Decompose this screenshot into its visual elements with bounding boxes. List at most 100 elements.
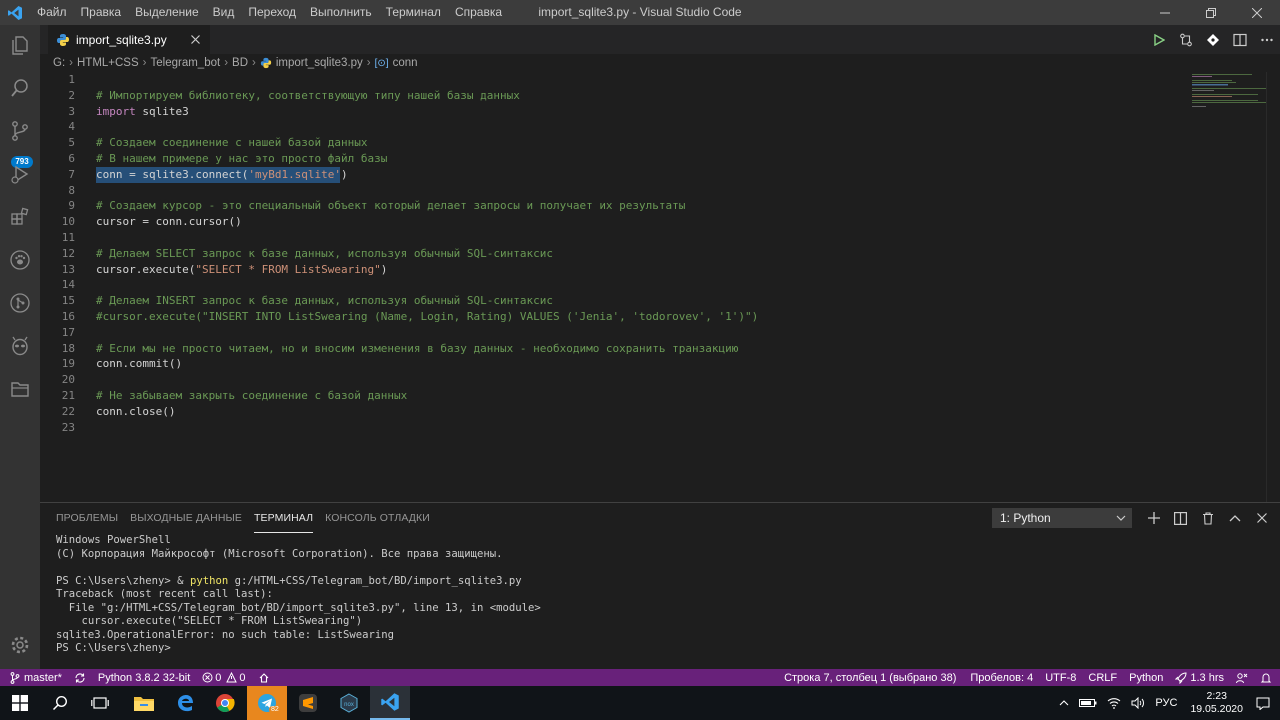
windows-start-icon[interactable] (0, 686, 40, 720)
menu-item[interactable]: Выделение (128, 0, 206, 25)
run-debug-icon[interactable] (0, 154, 40, 194)
breadcrumb-item[interactable]: import_sqlite3.py (276, 57, 363, 69)
run-file-icon[interactable] (1145, 25, 1172, 54)
maximize-panel-icon[interactable] (1221, 503, 1248, 533)
tab-import-sqlite3[interactable]: import_sqlite3.py (48, 25, 210, 54)
menu-item[interactable]: Вид (206, 0, 242, 25)
edge-app-icon[interactable] (165, 686, 205, 720)
nox-app-icon[interactable]: nox (329, 686, 369, 720)
code-line[interactable]: 7 conn = sqlite3.connect('myBd1.sqlite') (40, 167, 1140, 183)
code-line[interactable]: 12 # Делаем SELECT запрос к базе данных, … (40, 246, 1140, 262)
code-line[interactable]: 19 conn.commit() (40, 356, 1140, 372)
code-line[interactable]: 22 conn.close() (40, 404, 1140, 420)
tab-debug-console[interactable]: КОНСОЛЬ ОТЛАДКИ (325, 503, 430, 533)
code-line[interactable]: 16 #cursor.execute("INSERT INTO ListSwear… (40, 309, 1140, 325)
battery-icon[interactable] (1074, 698, 1102, 708)
paw-extension-icon[interactable] (0, 240, 40, 280)
clock[interactable]: 2:23 19.05.2020 (1182, 690, 1251, 716)
code-line[interactable]: 17 (40, 325, 1140, 341)
menu-item[interactable]: Выполнить (303, 0, 379, 25)
menu-item[interactable]: Терминал (379, 0, 448, 25)
tab-output[interactable]: ВЫХОДНЫЕ ДАННЫЕ (130, 503, 242, 533)
extensions-icon[interactable] (0, 197, 40, 237)
encoding[interactable]: UTF-8 (1039, 669, 1082, 686)
vscode-logo-icon[interactable] (0, 0, 30, 25)
cursor-position[interactable]: Строка 7, столбец 1 (выбрано 38) (778, 669, 962, 686)
action-center-icon[interactable] (1251, 697, 1280, 710)
volume-icon[interactable] (1126, 697, 1150, 709)
menu-item[interactable]: Справка (448, 0, 509, 25)
git-branch[interactable]: master* (0, 669, 68, 686)
tab-terminal[interactable]: ТЕРМИНАЛ (254, 503, 314, 533)
compare-changes-icon[interactable] (1172, 25, 1199, 54)
terminal-select[interactable]: 1: Python (992, 508, 1132, 528)
notifications-icon[interactable] (1254, 669, 1280, 686)
project-manager-icon[interactable] (0, 369, 40, 409)
more-actions-icon[interactable] (1253, 25, 1280, 54)
close-window-button[interactable] (1234, 0, 1280, 25)
telegram-app-icon[interactable]: 82 (247, 686, 287, 720)
code-line[interactable]: 23 (40, 420, 1140, 436)
code-line[interactable]: 13 cursor.execute("SELECT * FROM ListSwea… (40, 262, 1140, 278)
code-line[interactable]: 20 (40, 372, 1140, 388)
vscode-app-icon[interactable] (370, 686, 410, 720)
alien-extension-icon[interactable] (0, 326, 40, 366)
language-mode[interactable]: Python (1123, 669, 1169, 686)
time-tracker[interactable]: 1.3 hrs (1169, 669, 1230, 686)
new-terminal-icon[interactable] (1140, 503, 1167, 533)
code-line[interactable]: 8 (40, 183, 1140, 199)
sync-status[interactable] (68, 669, 92, 686)
breadcrumb-item[interactable]: HTML+CSS (77, 57, 139, 69)
git-lens-icon[interactable] (1199, 25, 1226, 54)
tab-problems[interactable]: ПРОБЛЕМЫ (56, 503, 118, 533)
breadcrumb-item[interactable]: G: (53, 57, 65, 69)
split-editor-icon[interactable] (1226, 25, 1253, 54)
code-line[interactable]: 5 # Создаем соединение с нашей базой данн… (40, 135, 1140, 151)
code-line[interactable]: 18 # Если мы не просто читаем, но и вноси… (40, 341, 1140, 357)
explorer-icon[interactable] (0, 25, 40, 65)
code-line[interactable]: 2 # Импортируем библиотеку, соответствующ… (40, 88, 1140, 104)
editor-scrollbar[interactable] (1266, 72, 1280, 502)
feedback-icon[interactable] (1230, 669, 1254, 686)
code-line[interactable]: 9 # Создаем курсор - это специальный объе… (40, 198, 1140, 214)
breadcrumb-item[interactable]: BD (232, 57, 248, 69)
sublime-app-icon[interactable] (288, 686, 328, 720)
code-line[interactable]: 4 (40, 119, 1140, 135)
code-line[interactable]: 1 (40, 72, 1140, 88)
chevron-up-icon[interactable] (1054, 699, 1074, 707)
split-terminal-icon[interactable] (1167, 503, 1194, 533)
restore-button[interactable] (1188, 0, 1234, 25)
close-tab-icon[interactable] (188, 33, 202, 47)
taskbar-search-icon[interactable] (40, 686, 80, 720)
problems-status[interactable]: 0 0 (196, 669, 251, 686)
input-language[interactable]: РУС (1150, 697, 1182, 709)
code-line[interactable]: 14 (40, 277, 1140, 293)
settings-gear-icon[interactable] (0, 625, 40, 665)
minimize-button[interactable] (1142, 0, 1188, 25)
live-share-status[interactable] (252, 669, 276, 686)
code-line[interactable]: 21 # Не забываем закрыть соединение с баз… (40, 388, 1140, 404)
search-icon[interactable] (0, 68, 40, 108)
menu-item[interactable]: Правка (74, 0, 129, 25)
code-line[interactable]: 15 # Делаем INSERT запрос к базе данных, … (40, 293, 1140, 309)
breadcrumb-item[interactable]: conn (393, 57, 418, 69)
source-control-icon[interactable] (0, 111, 40, 151)
breadcrumb-item[interactable]: Telegram_bot (151, 57, 221, 69)
code-line[interactable]: 10 cursor = conn.cursor() (40, 214, 1140, 230)
close-panel-icon[interactable] (1248, 503, 1275, 533)
code-editor[interactable]: 1 2 # Импортируем библиотеку, соответствую… (40, 72, 1280, 502)
git-graph-icon[interactable] (0, 283, 40, 323)
wifi-icon[interactable] (1102, 697, 1126, 709)
code-line[interactable]: 11 (40, 230, 1140, 246)
menu-item[interactable]: Файл (30, 0, 74, 25)
trash-icon[interactable] (1194, 503, 1221, 533)
line-endings[interactable]: CRLF (1082, 669, 1123, 686)
task-view-icon[interactable] (80, 686, 120, 720)
indentation[interactable]: Пробелов: 4 (964, 669, 1039, 686)
menu-item[interactable]: Переход (241, 0, 303, 25)
python-interpreter[interactable]: Python 3.8.2 32-bit (92, 669, 196, 686)
file-explorer-app-icon[interactable] (124, 686, 164, 720)
code-line[interactable]: 3 import sqlite3 (40, 104, 1140, 120)
code-line[interactable]: 6 # В нашем примере у нас это просто файл… (40, 151, 1140, 167)
chrome-app-icon[interactable] (205, 686, 245, 720)
